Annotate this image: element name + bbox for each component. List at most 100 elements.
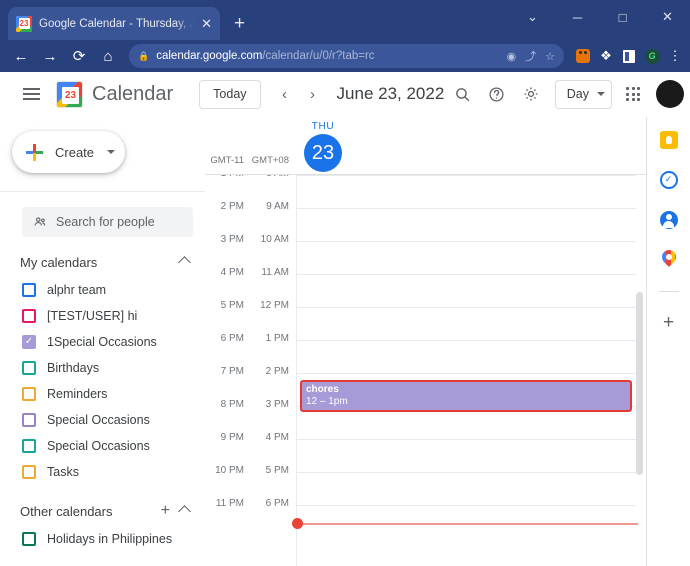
- calendar-checkbox[interactable]: [22, 465, 36, 479]
- other-calendars-title: Other calendars: [20, 503, 113, 519]
- reload-icon[interactable]: ⟳: [65, 42, 93, 70]
- firefox-extension-icon[interactable]: [575, 48, 591, 64]
- calendar-name: Special Occasions: [47, 413, 150, 427]
- calendar-checkbox[interactable]: [22, 439, 36, 453]
- google-tasks-icon[interactable]: ✓: [658, 169, 679, 190]
- minimize-button[interactable]: ─: [555, 0, 600, 34]
- chevron-up-icon[interactable]: [178, 256, 191, 269]
- browser-tab[interactable]: 23 Google Calendar - Thursday, Jun ✕: [8, 7, 220, 40]
- calendar-checkbox[interactable]: [22, 283, 36, 297]
- vertical-scrollbar[interactable]: [636, 292, 643, 475]
- right-side-panel: ✓ +: [646, 117, 690, 566]
- account-avatar[interactable]: [656, 80, 684, 108]
- share-icon[interactable]: ⤴: [525, 48, 536, 64]
- gear-icon[interactable]: [515, 78, 547, 110]
- sidebar-panel-icon[interactable]: [621, 48, 637, 64]
- search-icon[interactable]: [447, 78, 479, 110]
- hour-label-left: 11 PM: [215, 498, 244, 509]
- calendar-checkbox[interactable]: [22, 413, 36, 427]
- close-window-button[interactable]: ✕: [645, 0, 690, 34]
- calendar-header: 23 Calendar Today ‹ › June 23, 2022 Day: [0, 72, 690, 117]
- hour-label-right: 1 PM: [265, 333, 289, 344]
- google-calendar-favicon: 23: [16, 15, 32, 32]
- day-number-badge[interactable]: 23: [304, 134, 342, 172]
- day-header: GMT-11 GMT+08 THU 23: [205, 117, 646, 175]
- view-select-dropdown[interactable]: Day: [554, 79, 612, 109]
- calendar-list-item[interactable]: Holidays in Philippines: [0, 526, 205, 552]
- chevron-down-icon: [597, 92, 605, 96]
- google-maps-icon[interactable]: [658, 247, 679, 270]
- omnibox-icons: ◉ ⤴ ☆: [507, 48, 555, 64]
- get-addons-icon[interactable]: +: [663, 313, 674, 332]
- calendar-list-item[interactable]: Reminders: [0, 381, 205, 407]
- previous-day-icon[interactable]: ‹: [271, 80, 299, 108]
- calendar-list-item[interactable]: Tasks: [0, 459, 205, 485]
- people-icon: [34, 217, 46, 226]
- calendar-list-item[interactable]: ✓ 1Special Occasions: [0, 329, 205, 355]
- create-button[interactable]: Create: [12, 131, 125, 173]
- time-grid-scroll[interactable]: 1 PM8 AM2 PM9 AM3 PM10 AM4 PM11 AM5 PM12…: [205, 175, 646, 566]
- timezone-label-right: GMT+08: [251, 155, 289, 166]
- calendar-checkbox[interactable]: [22, 532, 36, 546]
- calendar-logo[interactable]: 23: [56, 80, 83, 108]
- google-contacts-icon[interactable]: [658, 209, 679, 230]
- help-icon[interactable]: [481, 78, 513, 110]
- green-extension-icon[interactable]: G: [644, 48, 660, 64]
- maximize-button[interactable]: □: [600, 0, 645, 34]
- calendar-list-item[interactable]: alphr team: [0, 277, 205, 303]
- hour-label-right: 3 PM: [265, 399, 289, 410]
- hour-labels: 8 PM 3 PM: [205, 399, 295, 410]
- browser-toolbar: ← → ⟳ ⌂ 🔒 calendar.google.com/calendar/u…: [0, 40, 690, 72]
- hour-labels: 1 PM8 AM: [205, 175, 295, 179]
- calendar-checkbox[interactable]: [22, 361, 36, 375]
- calendar-list-item[interactable]: Special Occasions: [0, 407, 205, 433]
- hour-label-left: 5 PM: [220, 300, 244, 311]
- calendar-checkbox[interactable]: ✓: [22, 335, 36, 349]
- chevron-up-icon[interactable]: [178, 504, 191, 518]
- calendar-list-item[interactable]: [TEST/USER] hi: [0, 303, 205, 329]
- my-calendars-header[interactable]: My calendars: [20, 255, 193, 270]
- forward-icon[interactable]: →: [36, 42, 64, 70]
- hour-row[interactable]: 11 PM 6 PM: [205, 498, 646, 538]
- calendar-name: Tasks: [47, 465, 79, 479]
- calendar-checkbox[interactable]: [22, 387, 36, 401]
- page-title: Calendar: [92, 82, 174, 105]
- hour-labels: 4 PM 11 AM: [205, 267, 295, 278]
- address-bar[interactable]: 🔒 calendar.google.com/calendar/u/0/r?tab…: [129, 44, 564, 68]
- plus-icon: [26, 143, 43, 161]
- timezone-labels: GMT-11 GMT+08: [205, 155, 295, 166]
- calendar-list-item[interactable]: Birthdays: [0, 355, 205, 381]
- calendar-name: Reminders: [47, 387, 108, 401]
- calendar-list-item[interactable]: Special Occasions: [0, 433, 205, 459]
- home-icon[interactable]: ⌂: [94, 42, 122, 70]
- browser-menu-icon[interactable]: ⋮: [667, 48, 683, 64]
- day-column-header[interactable]: THU 23: [297, 121, 349, 172]
- current-time-line: [297, 523, 638, 525]
- other-calendars-header[interactable]: Other calendars +: [20, 503, 193, 519]
- google-keep-icon[interactable]: [658, 129, 679, 150]
- tab-search-button[interactable]: ⌄: [510, 0, 555, 34]
- add-other-calendar-icon[interactable]: +: [161, 503, 170, 519]
- calendar-name: Birthdays: [47, 361, 100, 375]
- translate-icon[interactable]: ◉: [507, 50, 517, 63]
- hour-label-left: 10 PM: [215, 465, 244, 476]
- extensions-puzzle-icon[interactable]: ❖: [598, 48, 614, 64]
- next-day-icon[interactable]: ›: [299, 80, 327, 108]
- hour-gridline: [297, 274, 636, 275]
- google-apps-grid-icon[interactable]: [618, 79, 648, 109]
- calendar-checkbox[interactable]: [22, 309, 36, 323]
- timezone-label-left: GMT-11: [210, 155, 244, 166]
- close-tab-icon[interactable]: ✕: [201, 17, 212, 30]
- current-time-dot: [292, 518, 303, 529]
- hour-label-left: 2 PM: [220, 201, 244, 212]
- view-select-label: Day: [566, 87, 589, 101]
- back-icon[interactable]: ←: [7, 42, 35, 70]
- new-tab-button[interactable]: +: [234, 14, 245, 33]
- today-button[interactable]: Today: [199, 79, 261, 109]
- search-for-people-input[interactable]: Search for people: [22, 207, 193, 237]
- hour-label-right: 6 PM: [265, 498, 289, 509]
- calendar-event-chores[interactable]: chores 12 – 1pm: [300, 380, 632, 412]
- search-for-people-placeholder: Search for people: [56, 215, 155, 229]
- bookmark-star-icon[interactable]: ☆: [545, 50, 555, 63]
- main-menu-icon[interactable]: [14, 77, 48, 111]
